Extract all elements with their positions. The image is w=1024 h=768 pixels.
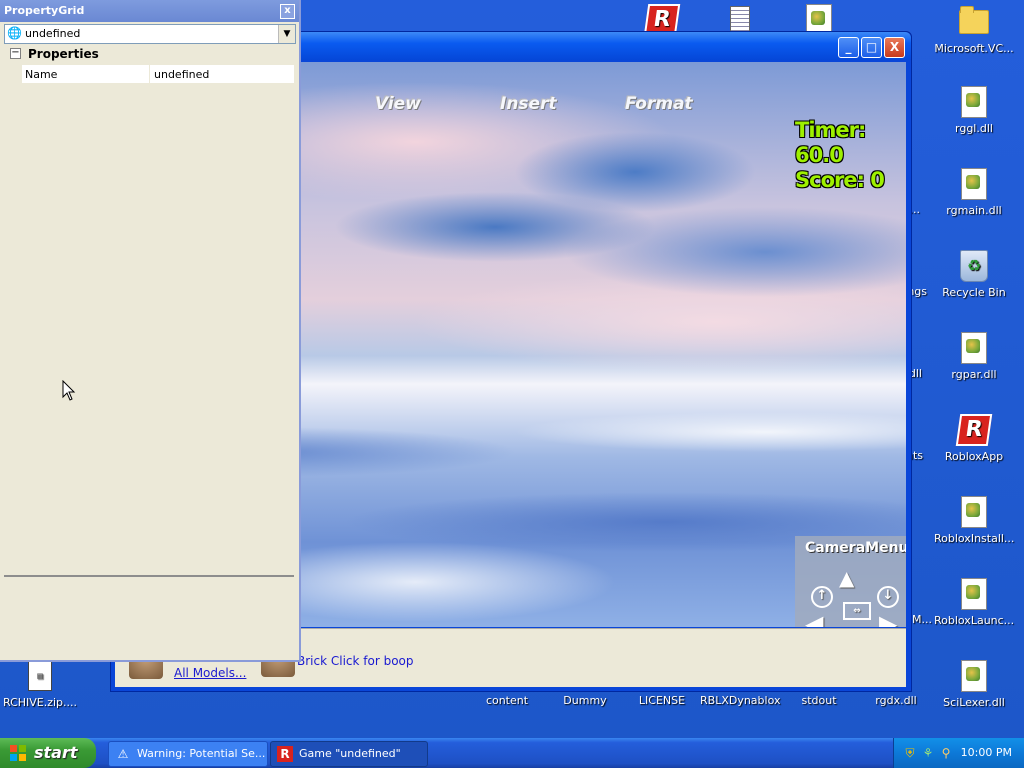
taskbar-item-label: Warning: Potential Se...	[137, 747, 266, 760]
camera-menu: CameraMenu ▲ ↑ ↓ ◀ ⇔ ▶ ▼	[795, 536, 906, 627]
selected-object: undefined	[25, 27, 81, 40]
desktop-icon-rggl[interactable]: rggl.dll	[934, 86, 1014, 135]
score-text: Score: 0	[795, 168, 885, 192]
windows-logo-icon	[10, 745, 26, 761]
taskbar-item-warning[interactable]: ⚠ Warning: Potential Se...	[108, 741, 268, 767]
description-pane	[4, 575, 294, 657]
desktop-icon-label: LICENSE	[638, 694, 686, 707]
desktop-icon-rgmain[interactable]: rgmain.dll	[934, 168, 1014, 217]
dll-icon	[961, 660, 987, 692]
desktop-icon-stdout[interactable]: stdout	[779, 694, 859, 707]
desktop-icon-label: RobloxLaunc...	[934, 614, 1015, 627]
start-label: start	[34, 743, 78, 762]
desktop-icon-rgpar[interactable]: rgpar.dll	[934, 332, 1014, 381]
column-divider[interactable]	[149, 65, 150, 83]
property-grid-close-button[interactable]: x	[280, 4, 295, 19]
system-tray: ⛨ ⚘ ⚲ 10:00 PM	[893, 738, 1024, 768]
object-selector-dropdown[interactable]: 🌐 undefined ▼	[4, 24, 296, 44]
taskbar: start ⚠ Warning: Potential Se... R Game …	[0, 738, 1024, 768]
folder-icon	[959, 6, 989, 34]
property-grid-titlebar[interactable]: PropertyGrid x	[0, 0, 299, 22]
desktop-icon-label: RCHIVE.zip....	[2, 696, 78, 709]
dll-icon	[961, 496, 987, 528]
camera-menu-title: CameraMenu	[805, 540, 906, 556]
network-icon[interactable]: ⚘	[920, 745, 936, 761]
roblox-icon: R	[955, 414, 993, 446]
desktop-icon-dummy[interactable]: Dummy	[545, 694, 625, 707]
desktop-icon-scilexer[interactable]: SciLexer.dll	[934, 660, 1014, 709]
desktop-icon-content[interactable]: content	[467, 694, 547, 707]
property-value[interactable]: undefined	[154, 68, 209, 81]
clock: 10:00 PM	[960, 746, 1012, 759]
taskbar-item-game[interactable]: R Game "undefined"	[270, 741, 428, 767]
globe-icon: 🌐	[7, 26, 22, 40]
hud: Timer: 60.0 Score: 0	[795, 118, 906, 193]
desktop-icon-rgdx[interactable]: rgdx.dll	[856, 694, 936, 707]
brick-label[interactable]: Brick Click for boop	[297, 654, 414, 668]
desktop-icon-label: stdout	[801, 694, 837, 707]
camera-center-icon[interactable]: ⇔	[843, 602, 871, 620]
property-list: − Properties Name undefined	[4, 45, 294, 570]
camera-right-arrow-icon[interactable]: ▶	[879, 610, 897, 627]
chevron-down-icon[interactable]: ▼	[278, 25, 295, 43]
security-shield-icon[interactable]: ⛨	[902, 745, 918, 761]
timer-text: Timer: 60.0	[795, 118, 866, 167]
desktop-icon-label: RobloxApp	[944, 450, 1004, 463]
camera-up-arrow-icon[interactable]: ▲	[839, 566, 854, 590]
dll-icon	[961, 86, 987, 118]
camera-left-arrow-icon[interactable]: ◀	[805, 610, 823, 627]
taskbar-item-label: Game "undefined"	[299, 747, 401, 760]
maximize-button[interactable]: □	[861, 37, 882, 58]
desktop-icon-label: content	[485, 694, 529, 707]
desktop-icon-label: rggl.dll	[955, 122, 993, 135]
minimize-button[interactable]: _	[838, 37, 859, 58]
recycle-bin-icon: ♻	[960, 250, 988, 282]
collapse-toggle-icon[interactable]: −	[10, 48, 21, 59]
mouse-cursor-icon	[62, 380, 76, 401]
property-row[interactable]: Name undefined	[22, 65, 294, 84]
dll-icon	[961, 168, 987, 200]
warning-icon: ⚠	[117, 747, 129, 761]
all-models-link[interactable]: All Models...	[174, 666, 246, 680]
camera-zoom-in-icon[interactable]: ↑	[811, 586, 833, 608]
desktop-icon-robloxlaunc[interactable]: RobloxLaunc...	[934, 578, 1014, 627]
search-icon[interactable]: ⚲	[938, 745, 954, 761]
dll-icon	[961, 332, 987, 364]
menu-view[interactable]: View	[375, 94, 421, 114]
property-grid-window: PropertyGrid x 🌐 undefined ▼ − Propertie…	[0, 0, 301, 662]
camera-zoom-out-icon[interactable]: ↓	[877, 586, 899, 608]
menu-insert[interactable]: Insert	[500, 94, 557, 114]
close-button[interactable]: X	[884, 37, 905, 58]
desktop-icon-label: RBLXDynablox	[700, 694, 781, 707]
desktop-icon-label: rgmain.dll	[946, 204, 1002, 217]
desktop-icon-label: rgdx.dll	[875, 694, 917, 707]
category-label: Properties	[28, 47, 99, 61]
zip-icon: ▤	[28, 661, 52, 691]
desktop-icon-recycle-bin[interactable]: ♻ Recycle Bin	[934, 250, 1014, 299]
property-grid-title: PropertyGrid	[4, 4, 85, 17]
desktop-icon-label: Recycle Bin	[942, 286, 1006, 299]
desktop-icon-label: Microsoft.VC...	[934, 42, 1014, 55]
desktop-icon-microsoft-vc[interactable]: Microsoft.VC...	[934, 6, 1014, 55]
start-button[interactable]: start	[0, 738, 96, 768]
roblox-icon: R	[277, 746, 293, 762]
notepad-icon	[730, 6, 750, 34]
category-properties[interactable]: − Properties	[4, 45, 294, 63]
desktop-icon-robloxinstall[interactable]: RobloxInstall...	[934, 496, 1014, 545]
menu-format[interactable]: Format	[625, 94, 693, 114]
desktop-icon-rblxdynablox[interactable]: RBLXDynablox	[700, 694, 781, 707]
dll-icon	[961, 578, 987, 610]
desktop-icon-robloxapp[interactable]: R RobloxApp	[934, 414, 1014, 463]
desktop-icon-archive-zip[interactable]: ▤ RCHIVE.zip....	[0, 660, 80, 709]
desktop-icon-label: Dummy	[563, 694, 607, 707]
desktop-icon-label: rgpar.dll	[951, 368, 997, 381]
desktop-icon-label: RobloxInstall...	[934, 532, 1015, 545]
desktop-icon-label: SciLexer.dll	[943, 696, 1005, 709]
desktop-icon-license[interactable]: LICENSE	[622, 694, 702, 707]
property-name: Name	[25, 68, 58, 81]
